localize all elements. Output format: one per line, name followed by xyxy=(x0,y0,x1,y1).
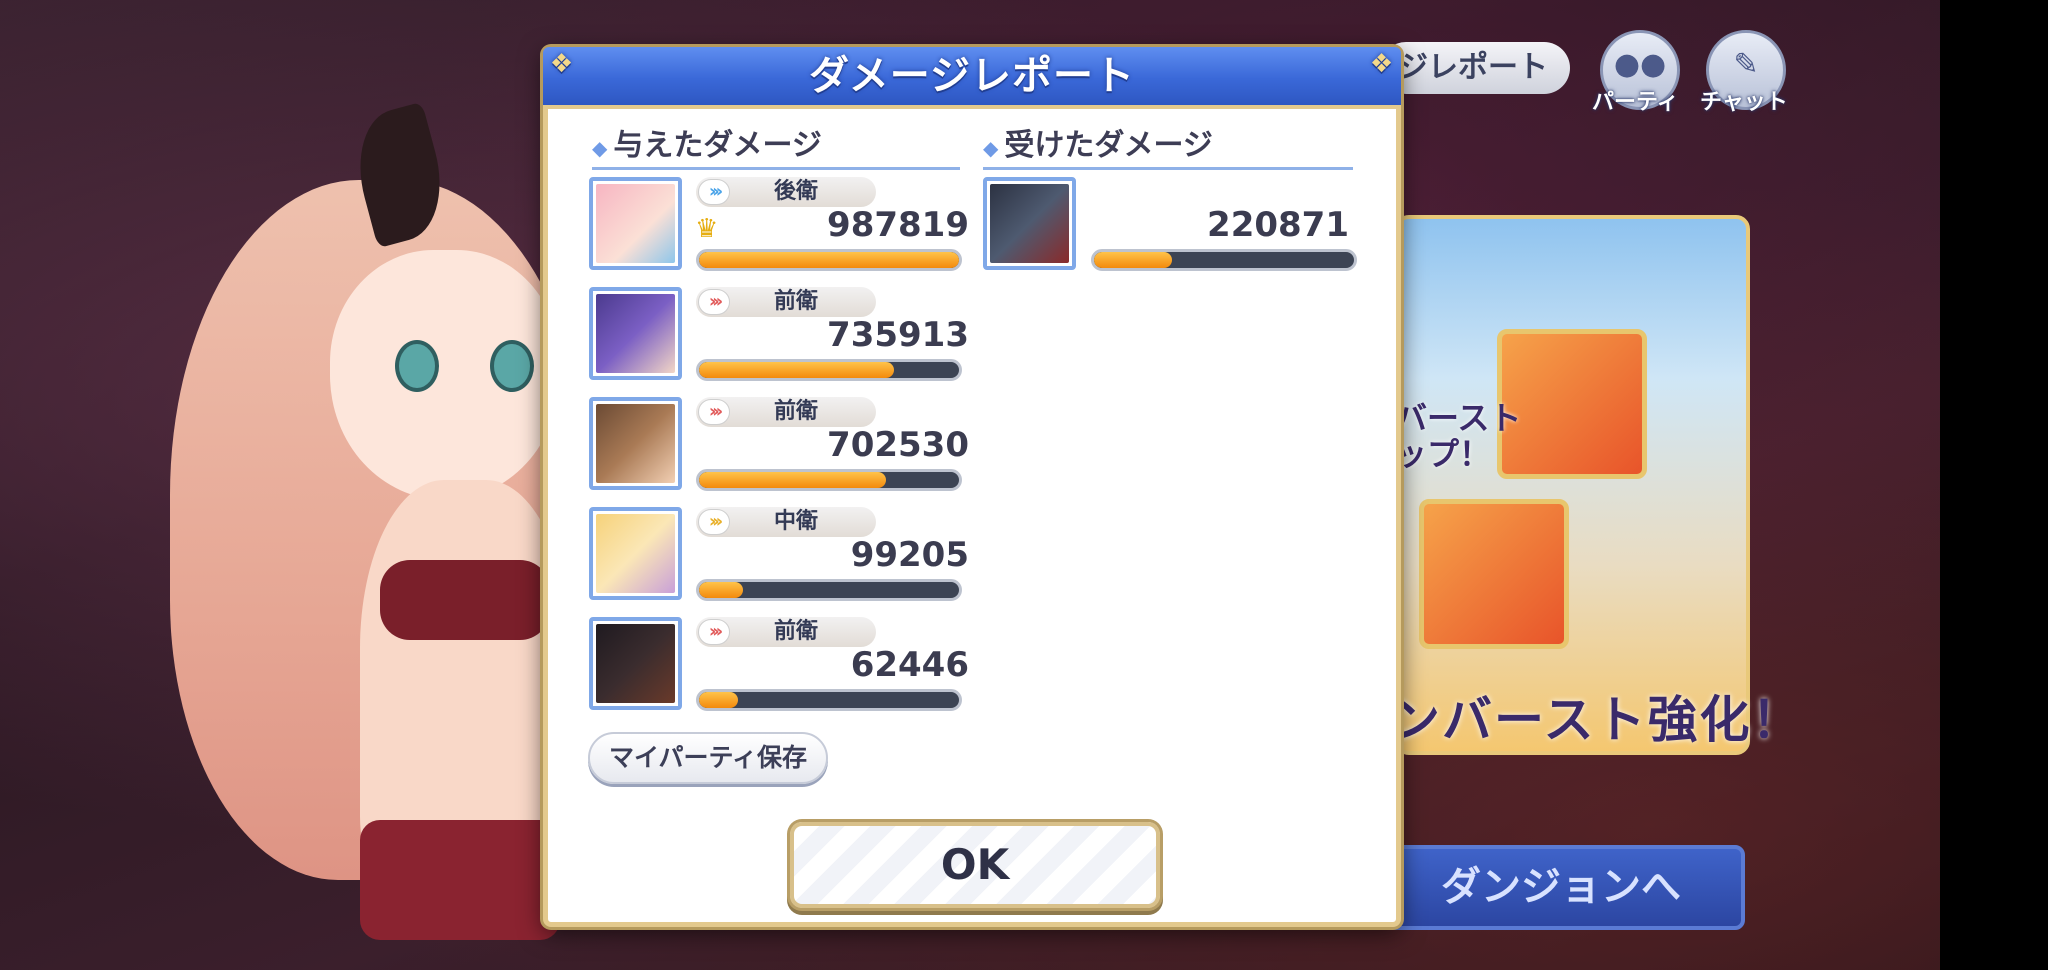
dealt-row: ››› 前衛 735913 xyxy=(589,287,969,387)
position-label: 前衛 xyxy=(773,619,818,644)
chevron-right-icon: ››› xyxy=(698,289,730,315)
damage-value: 987819 xyxy=(827,205,969,245)
dialog-header: ❖ ダメージレポート ❖ xyxy=(543,47,1401,109)
party-label: パーティ xyxy=(1592,90,1679,115)
dealt-row: ››› 中衛 99205 xyxy=(589,507,969,607)
position-badge: ››› 中衛 xyxy=(696,507,876,537)
position-badge: ››› 後衛 xyxy=(696,177,876,207)
save-my-party-button[interactable]: マイパーティ保存 xyxy=(588,732,828,784)
damage-value: 99205 xyxy=(850,535,969,575)
dungeon-button[interactable]: ダンジョンへ xyxy=(1385,845,1745,930)
damage-bar-fill xyxy=(699,252,959,268)
position-badge: ››› 前衛 xyxy=(696,287,876,317)
chevron-right-icon: ››› xyxy=(698,179,730,205)
dialog-title: ダメージレポート xyxy=(809,53,1135,99)
damage-bar xyxy=(696,469,962,491)
damage-bar xyxy=(696,689,962,711)
received-damage-title: 受けたダメージ xyxy=(1004,128,1213,163)
damage-value: 735913 xyxy=(827,315,969,355)
diamond-icon: ◆ xyxy=(592,136,608,160)
character-bottom-art xyxy=(360,820,560,940)
corner-ornament-icon: ❖ xyxy=(549,49,575,79)
damage-bar-fill xyxy=(1094,252,1172,268)
character-portrait[interactable] xyxy=(589,507,682,600)
damage-value: 702530 xyxy=(827,425,969,465)
character-portrait[interactable] xyxy=(589,617,682,710)
character-portrait[interactable] xyxy=(589,397,682,490)
position-label: 中衛 xyxy=(773,509,818,534)
dealt-row: ››› 前衛 702530 xyxy=(589,397,969,497)
dealt-row: ››› 前衛 62446 xyxy=(589,617,969,717)
chat-icon: ✎ xyxy=(1733,47,1759,82)
damage-bar-fill xyxy=(699,362,894,378)
received-row: 220871 xyxy=(983,177,1357,277)
diamond-icon: ◆ xyxy=(983,136,999,160)
damage-bar xyxy=(696,579,962,601)
damage-value: 220871 xyxy=(1207,205,1349,245)
promo-side-text: バースト ップ！ xyxy=(1395,399,1522,473)
damage-bar xyxy=(1091,249,1357,271)
damage-bar-fill xyxy=(699,472,887,488)
dealt-damage-title: 与えたダメージ xyxy=(613,128,822,163)
chevron-right-icon: ››› xyxy=(698,619,730,645)
damage-bar xyxy=(696,359,962,381)
character-portrait[interactable] xyxy=(589,287,682,380)
position-label: 後衛 xyxy=(773,179,818,204)
promo-panel xyxy=(1395,215,1750,755)
ok-button[interactable]: OK xyxy=(790,822,1160,908)
dealt-damage-header: ◆ 与えたダメージ xyxy=(592,124,960,170)
character-eye-art xyxy=(395,340,439,392)
position-label: 前衛 xyxy=(773,289,818,314)
position-badge: ››› 前衛 xyxy=(696,397,876,427)
damage-value: 62446 xyxy=(850,645,969,685)
promo-bottom-text: ンバースト強化！ xyxy=(1390,691,1804,749)
character-portrait[interactable] xyxy=(589,177,682,270)
damage-report-dialog: ❖ ダメージレポート ❖ ◆ 与えたダメージ ◆ 受けたダメージ ››› 後衛 ♛ … xyxy=(543,47,1401,927)
crown-icon: ♛ xyxy=(695,214,719,244)
enemy-portrait[interactable] xyxy=(983,177,1076,270)
damage-bar xyxy=(696,249,962,271)
report-tab[interactable]: ジレポート xyxy=(1380,42,1570,94)
party-icon: ●● xyxy=(1613,47,1667,82)
character-top-art xyxy=(380,560,550,640)
character-eye-art xyxy=(490,340,534,392)
power-up-skill-icon xyxy=(1419,499,1569,649)
received-damage-header: ◆ 受けたダメージ xyxy=(983,124,1353,170)
dealt-row: ››› 後衛 ♛ 987819 xyxy=(589,177,969,277)
chat-label: チャット xyxy=(1700,90,1788,115)
position-badge: ››› 前衛 xyxy=(696,617,876,647)
chevron-right-icon: ››› xyxy=(698,509,730,535)
damage-bar-fill xyxy=(699,692,738,708)
screen-edge-bar xyxy=(1940,0,2048,970)
chevron-right-icon: ››› xyxy=(698,399,730,425)
position-label: 前衛 xyxy=(773,399,818,424)
damage-bar-fill xyxy=(699,582,744,598)
corner-ornament-icon: ❖ xyxy=(1369,49,1395,79)
